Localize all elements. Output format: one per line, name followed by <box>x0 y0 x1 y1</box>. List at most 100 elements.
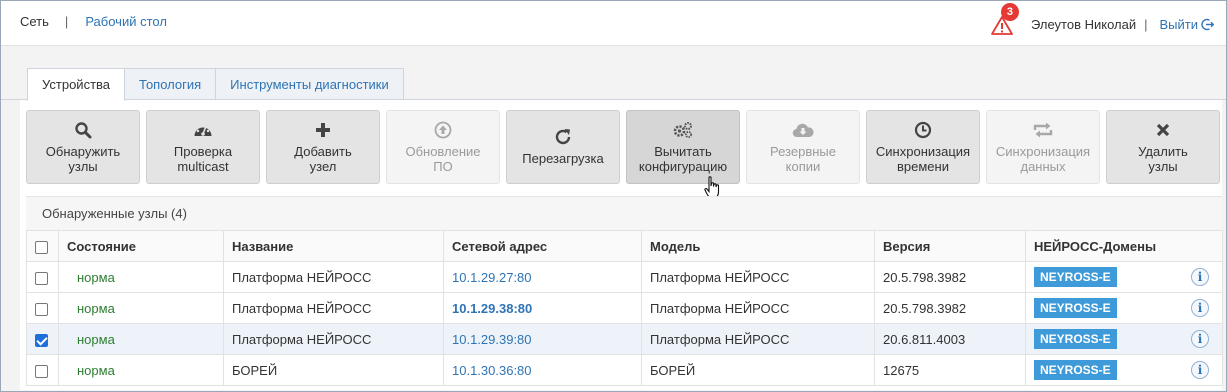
refresh-icon <box>554 128 572 146</box>
firmware-update-button[interactable]: Обновление ПО <box>386 110 500 184</box>
table-row[interactable]: норма Платформа НЕЙРОСС 10.1.29.38:80 Пл… <box>26 292 1223 324</box>
address-link[interactable]: 10.1.29.38:80 <box>443 292 642 324</box>
time-sync-label-2: времени <box>897 158 949 174</box>
model-cell: БОРЕЙ <box>641 354 875 386</box>
upload-circle-icon <box>434 121 452 139</box>
domain-badge[interactable]: NEYROSS-E <box>1034 298 1117 318</box>
tab-diagnostics[interactable]: Инструменты диагностики <box>215 68 404 100</box>
state-cell: норма <box>58 261 224 293</box>
address-link[interactable]: 10.1.29.27:80 <box>443 261 642 293</box>
domain-badge[interactable]: NEYROSS-E <box>1034 267 1117 287</box>
logout-link[interactable]: Выйти <box>1159 16 1214 32</box>
plus-icon <box>315 121 331 139</box>
add-node-button[interactable]: Добавить узел <box>266 110 380 184</box>
column-header-address[interactable]: Сетевой адрес <box>443 230 642 262</box>
row-checkbox[interactable] <box>35 271 48 285</box>
time-sync-button[interactable]: Синхронизация времени <box>866 110 980 184</box>
data-sync-label-1: Синхронизация <box>995 143 1091 159</box>
discover-nodes-button[interactable]: Обнаружить узлы <box>26 110 140 184</box>
column-header-state[interactable]: Состояние <box>58 230 224 262</box>
check-multicast-label-2: multicast <box>177 158 229 174</box>
info-icon[interactable]: i <box>1191 299 1209 317</box>
read-config-label-2: конфигурацию <box>638 158 728 174</box>
row-checkbox[interactable] <box>35 364 48 378</box>
state-cell: норма <box>58 354 224 386</box>
user-separator: | <box>1144 16 1148 32</box>
model-cell: Платформа НЕЙРОСС <box>641 323 875 355</box>
data-sync-button[interactable]: Синхронизация данных <box>986 110 1100 184</box>
check-multicast-label-1: Проверка <box>173 143 233 159</box>
column-header-name[interactable]: Название <box>223 230 444 262</box>
alerts-count-badge: 3 <box>1000 3 1019 21</box>
reboot-button[interactable]: Перезагрузка <box>506 110 620 184</box>
firmware-update-label-1: Обновление <box>405 143 481 159</box>
cloud-download-icon <box>792 121 814 139</box>
info-icon[interactable]: i <box>1191 361 1209 379</box>
reboot-label: Перезагрузка <box>522 151 604 166</box>
address-link[interactable]: 10.1.29.39:80 <box>443 323 642 355</box>
domain-badge[interactable]: NEYROSS-E <box>1034 329 1117 349</box>
model-cell: Платформа НЕЙРОСС <box>641 292 875 324</box>
delete-nodes-button[interactable]: Удалить узлы <box>1106 110 1220 184</box>
table-row[interactable]: норма БОРЕЙ 10.1.30.36:80 БОРЕЙ 12675 NE… <box>26 354 1223 386</box>
read-config-label-1: Вычитать <box>654 143 712 159</box>
read-config-button[interactable]: Вычитать конфигурацию <box>626 110 740 184</box>
name-cell: Платформа НЕЙРОСС <box>223 261 444 293</box>
domain-cell: NEYROSS-E i <box>1025 261 1223 293</box>
version-cell: 20.5.798.3982 <box>874 261 1026 293</box>
user-area: 3 Элеутов Николай | Выйти <box>991 3 1214 35</box>
info-icon[interactable]: i <box>1191 330 1209 348</box>
backups-label-1: Резервные <box>770 143 836 159</box>
discover-nodes-label-1: Обнаружить <box>45 143 121 159</box>
table-row[interactable]: норма Платформа НЕЙРОСС 10.1.29.39:80 Пл… <box>26 323 1223 355</box>
column-header-model[interactable]: Модель <box>641 230 875 262</box>
domain-cell: NEYROSS-E i <box>1025 323 1223 355</box>
column-header-version[interactable]: Версия <box>874 230 1026 262</box>
domain-cell: NEYROSS-E i <box>1025 292 1223 324</box>
name-cell: БОРЕЙ <box>223 354 444 386</box>
select-all-cell <box>26 230 59 262</box>
model-cell: Платформа НЕЙРОСС <box>641 261 875 293</box>
row-select-cell <box>26 354 59 386</box>
top-bar: Сеть | Рабочий стол 3 Элеутов Николай | … <box>1 1 1226 46</box>
discovered-nodes-title: Обнаруженные узлы (4) <box>26 196 1222 230</box>
table-row[interactable]: норма Платформа НЕЙРОСС 10.1.29.27:80 Пл… <box>26 261 1223 293</box>
logout-label: Выйти <box>1159 16 1199 32</box>
tab-devices[interactable]: Устройства <box>27 68 126 101</box>
app-window: Сеть | Рабочий стол 3 Элеутов Николай | … <box>0 0 1227 392</box>
backups-button[interactable]: Резервные копии <box>746 110 860 184</box>
name-cell: Платформа НЕЙРОСС <box>223 323 444 355</box>
row-checkbox[interactable] <box>35 302 48 316</box>
domain-badge[interactable]: NEYROSS-E <box>1034 360 1117 380</box>
devices-panel: Обнаружить узлы Проверка multicast Добав… <box>20 100 1223 390</box>
version-cell: 12675 <box>874 354 1026 386</box>
desktop-link[interactable]: Рабочий стол <box>85 14 167 29</box>
select-all-checkbox[interactable] <box>35 240 48 254</box>
state-cell: норма <box>58 292 224 324</box>
clock-icon <box>914 121 932 139</box>
column-header-domains[interactable]: НЕЙРОСС-Домены <box>1025 230 1223 262</box>
gauge-icon <box>193 121 213 139</box>
network-label: Сеть <box>20 14 49 29</box>
domain-cell: NEYROSS-E i <box>1025 354 1223 386</box>
row-select-cell <box>26 292 59 324</box>
table-header-row: Состояние Название Сетевой адрес Модель … <box>26 230 1223 262</box>
user-name: Элеутов Николай <box>1030 16 1137 32</box>
close-icon <box>1156 121 1170 139</box>
alerts-button[interactable]: 3 <box>991 3 1019 35</box>
tab-topology[interactable]: Топология <box>124 68 217 100</box>
delete-nodes-label-2: узлы <box>1148 158 1178 174</box>
address-link[interactable]: 10.1.30.36:80 <box>443 354 642 386</box>
row-checkbox[interactable] <box>35 333 48 347</box>
delete-nodes-label-1: Удалить <box>1138 143 1188 159</box>
gears-icon <box>672 121 694 139</box>
toolbar: Обнаружить узлы Проверка multicast Добав… <box>26 110 1226 184</box>
info-icon[interactable]: i <box>1191 268 1209 286</box>
add-node-label-1: Добавить <box>294 143 352 159</box>
backups-label-2: копии <box>785 158 821 174</box>
logout-icon <box>1201 18 1214 30</box>
main-tabs: Устройства Топология Инструменты диагнос… <box>27 68 404 101</box>
nodes-table: Состояние Название Сетевой адрес Модель … <box>26 230 1223 386</box>
check-multicast-button[interactable]: Проверка multicast <box>146 110 260 184</box>
row-select-cell <box>26 261 59 293</box>
